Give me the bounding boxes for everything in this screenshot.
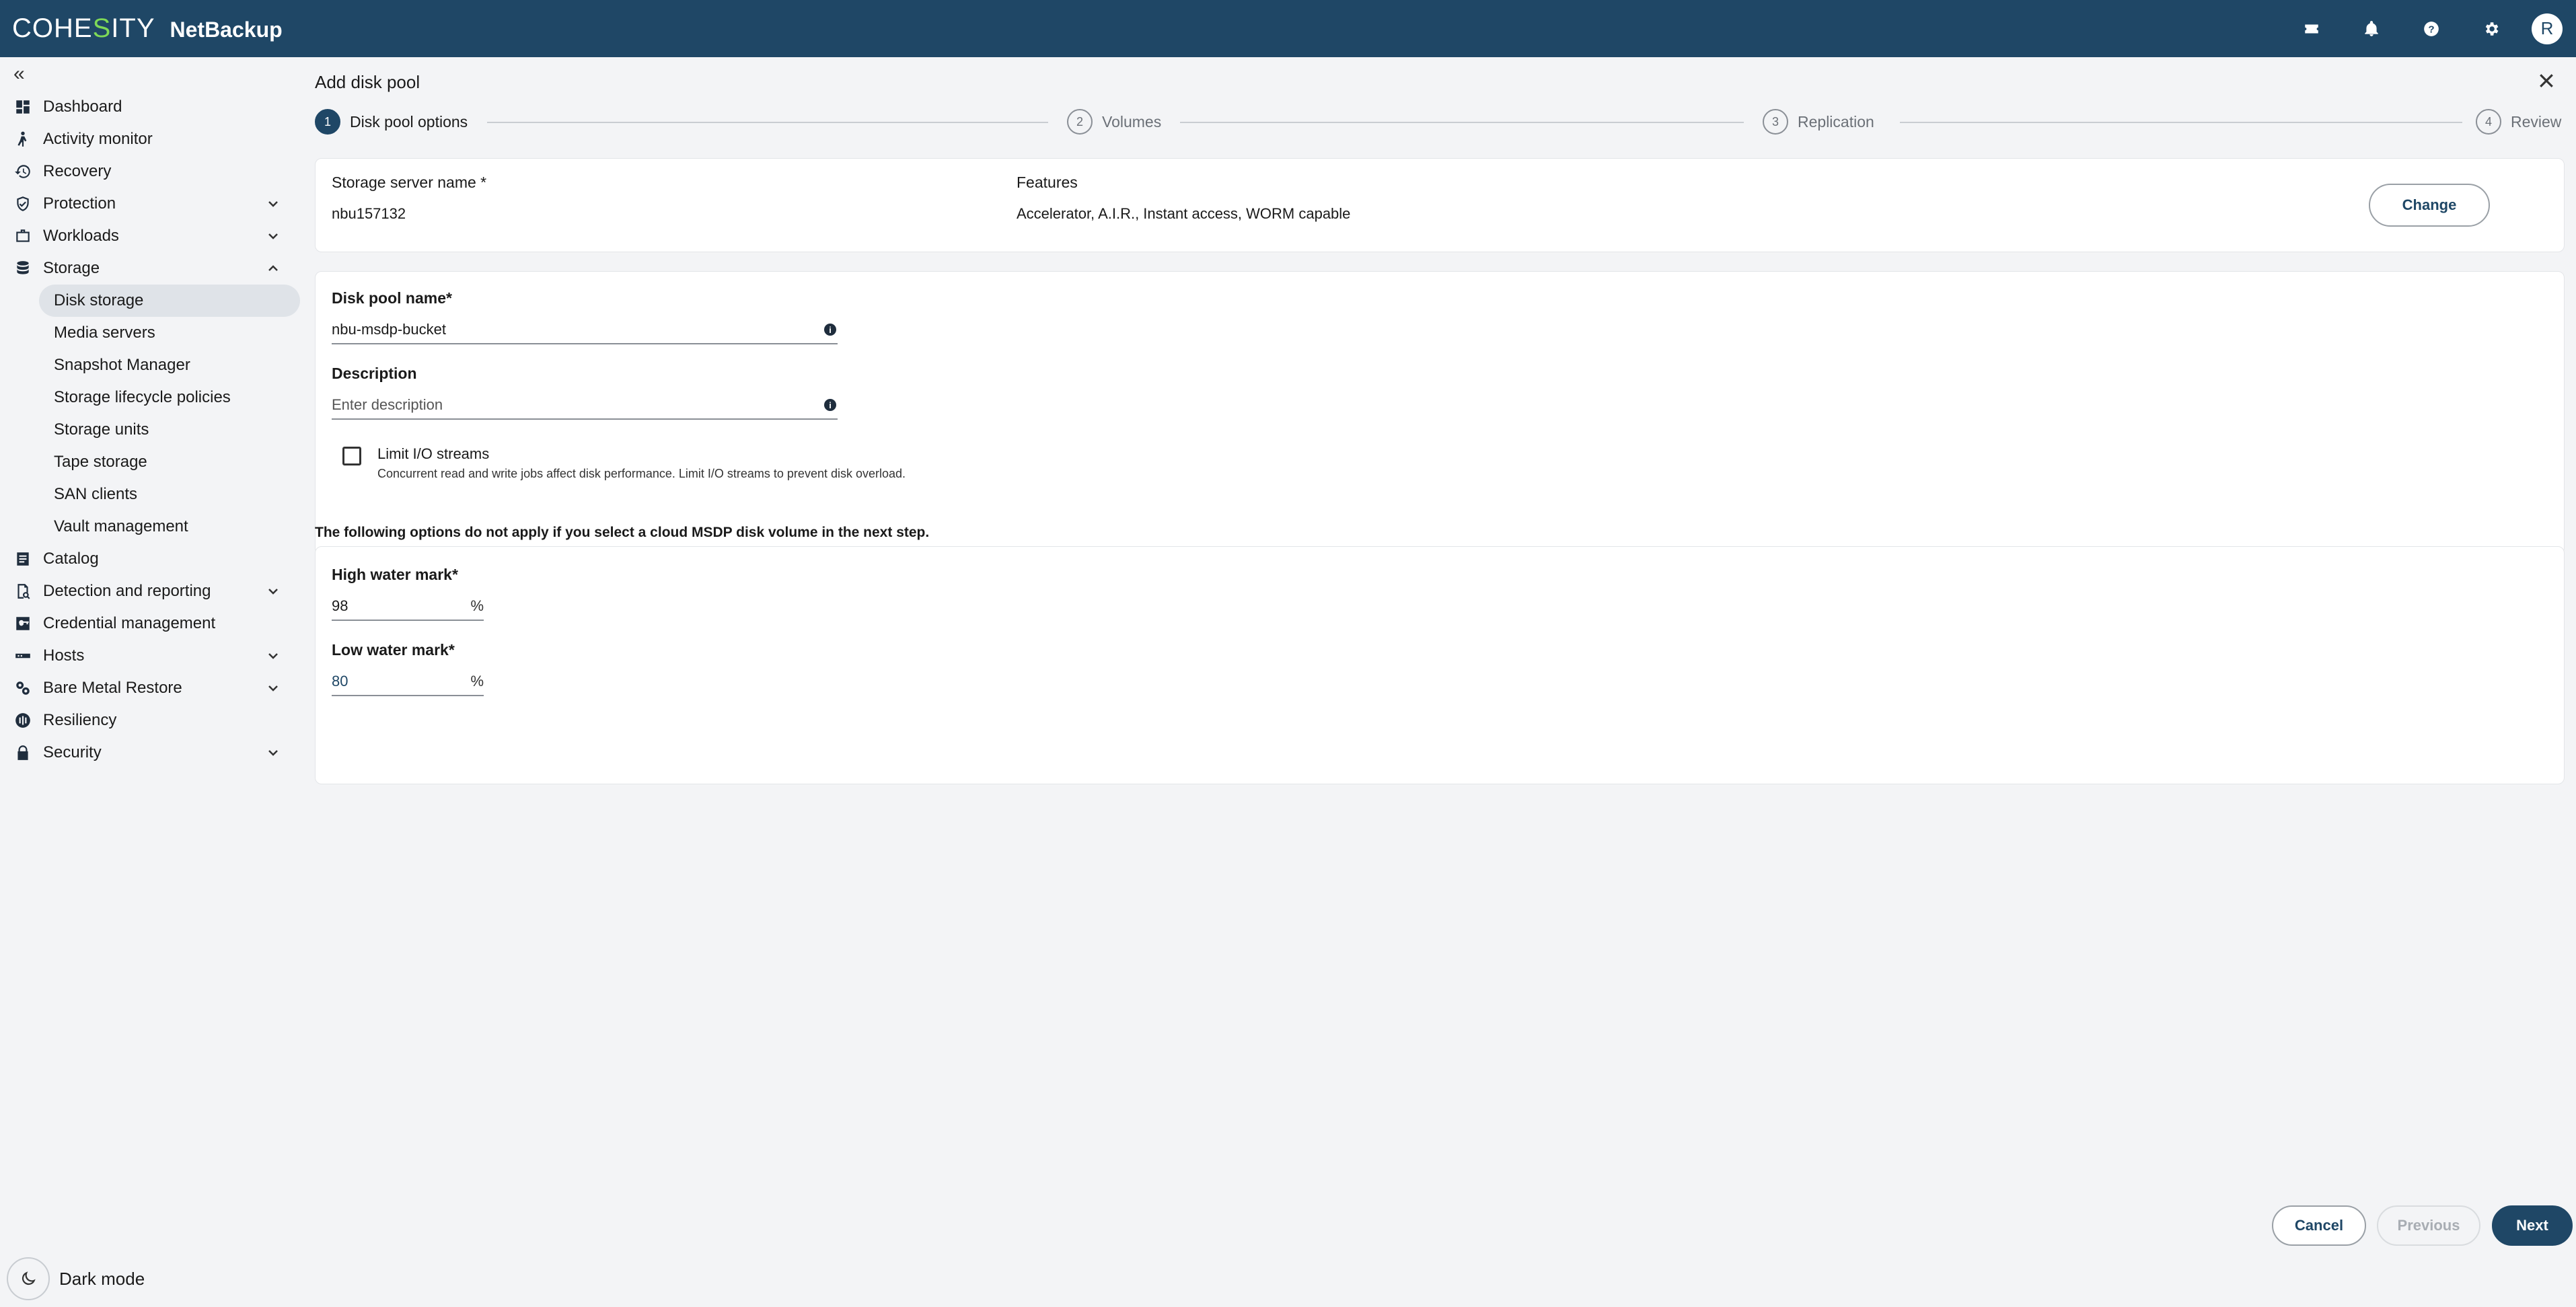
step-review[interactable]: 4 Review: [2476, 108, 2561, 136]
page-title: Add disk pool: [315, 72, 420, 92]
settings-gear-icon[interactable]: [2471, 9, 2511, 49]
sidebar-subitem-storage-units[interactable]: Storage units: [0, 414, 301, 446]
storage-server-name-value: nbu157132: [332, 205, 406, 222]
disk-pool-details-card: Disk pool name* nbu-msdp-bucket i Descri…: [315, 271, 2565, 555]
sidebar: « Dashboard Activity monitor Recovery Pr…: [0, 57, 301, 1307]
step-replication[interactable]: 3 Replication: [1763, 108, 1874, 136]
sidebar-subitem-storage-lifecycle-policies[interactable]: Storage lifecycle policies: [0, 381, 301, 414]
sidebar-item-catalog[interactable]: Catalog: [0, 543, 301, 575]
chevron-up-icon: [265, 260, 281, 276]
user-avatar[interactable]: R: [2532, 13, 2563, 44]
high-water-mark-input[interactable]: 98 %: [332, 593, 484, 621]
product-name: NetBackup: [170, 17, 283, 42]
recovery-icon: [13, 162, 32, 181]
cloud-msdp-notice: The following options do not apply if yo…: [315, 525, 930, 540]
description-label: Description: [332, 365, 417, 382]
dashboard-icon: [13, 98, 32, 116]
resiliency-icon: [13, 711, 32, 730]
moon-icon: [7, 1257, 50, 1300]
catalog-icon: [13, 550, 32, 568]
chevron-down-icon: [265, 680, 281, 696]
info-icon[interactable]: i: [824, 399, 836, 411]
sidebar-item-protection[interactable]: Protection: [0, 188, 301, 220]
features-value: Accelerator, A.I.R., Instant access, WOR…: [1017, 205, 1351, 222]
limit-io-streams-checkbox[interactable]: [342, 447, 361, 465]
step-connector: [1180, 122, 1744, 123]
percent-unit: %: [470, 597, 484, 614]
percent-unit: %: [470, 673, 484, 689]
bare-metal-gears-icon: [13, 679, 32, 698]
info-icon[interactable]: i: [824, 324, 836, 336]
announcement-icon[interactable]: [2291, 9, 2332, 49]
main-content: Add disk pool 1 Disk pool options 2 Volu…: [315, 57, 2565, 1307]
help-icon[interactable]: ?: [2411, 9, 2452, 49]
disk-pool-name-input[interactable]: nbu-msdp-bucket i: [332, 316, 838, 344]
chevron-down-icon: [265, 745, 281, 761]
lock-icon: [13, 743, 32, 762]
chevron-down-icon: [265, 648, 281, 664]
previous-button[interactable]: Previous: [2377, 1205, 2480, 1246]
sidebar-subitem-san-clients[interactable]: SAN clients: [0, 478, 301, 511]
svg-text:?: ?: [2428, 24, 2434, 35]
sidebar-item-bare-metal-restore[interactable]: Bare Metal Restore: [0, 672, 301, 704]
low-water-mark-label: Low water mark*: [332, 641, 455, 659]
step-connector: [1900, 122, 2462, 123]
disk-pool-name-label: Disk pool name*: [332, 289, 452, 307]
collapse-sidebar-icon[interactable]: «: [13, 64, 34, 85]
top-bar: COHESITY NetBackup ? R: [0, 0, 2576, 57]
workloads-briefcase-icon: [13, 227, 32, 246]
brand: COHESITY NetBackup: [12, 13, 283, 44]
limit-io-streams-description: Concurrent read and write jobs affect di…: [377, 467, 906, 480]
hosts-server-icon: [13, 646, 32, 665]
sidebar-item-credential-management[interactable]: Credential management: [0, 607, 301, 640]
limit-io-streams-label: Limit I/O streams: [377, 445, 490, 462]
sidebar-item-detection-and-reporting[interactable]: Detection and reporting: [0, 575, 301, 607]
cohesity-logo: COHESITY: [12, 13, 155, 43]
activity-monitor-icon: [13, 130, 32, 149]
high-water-mark-label: High water mark*: [332, 566, 458, 583]
dark-mode-label: Dark mode: [59, 1268, 145, 1289]
sidebar-item-activity-monitor[interactable]: Activity monitor: [0, 123, 301, 155]
storage-server-card: Storage server name * nbu157132 Features…: [315, 158, 2565, 252]
features-label: Features: [1017, 174, 1078, 191]
close-icon[interactable]: [2536, 71, 2563, 98]
sidebar-subitem-tape-storage[interactable]: Tape storage: [0, 446, 301, 478]
sidebar-item-hosts[interactable]: Hosts: [0, 640, 301, 672]
step-volumes[interactable]: 2 Volumes: [1067, 108, 1161, 136]
sidebar-item-storage[interactable]: Storage: [0, 252, 301, 285]
low-water-mark-input[interactable]: 80 %: [332, 668, 484, 696]
detection-report-icon: [13, 582, 32, 601]
credential-key-icon: [13, 614, 32, 633]
sidebar-item-security[interactable]: Security: [0, 737, 301, 769]
storage-server-name-label: Storage server name *: [332, 174, 487, 191]
wizard-stepper: 1 Disk pool options 2 Volumes 3 Replicat…: [315, 108, 2562, 136]
notification-bell-icon[interactable]: [2351, 9, 2392, 49]
chevron-down-icon: [265, 228, 281, 244]
chevron-down-icon: [265, 583, 281, 599]
shield-icon: [13, 194, 32, 213]
sidebar-subitem-vault-management[interactable]: Vault management: [0, 511, 301, 543]
sidebar-item-dashboard[interactable]: Dashboard: [0, 91, 301, 123]
description-input[interactable]: Enter description i: [332, 391, 838, 420]
step-connector: [487, 122, 1048, 123]
top-actions: ? R: [2272, 0, 2563, 57]
dark-mode-toggle[interactable]: Dark mode: [7, 1257, 145, 1300]
step-disk-pool-options[interactable]: 1 Disk pool options: [315, 108, 468, 136]
next-button[interactable]: Next: [2492, 1205, 2573, 1246]
storage-database-icon: [13, 259, 32, 278]
sidebar-subitem-snapshot-manager[interactable]: Snapshot Manager: [0, 349, 301, 381]
sidebar-nav: Dashboard Activity monitor Recovery Prot…: [0, 91, 301, 769]
chevron-down-icon: [265, 196, 281, 212]
change-button[interactable]: Change: [2369, 184, 2490, 227]
sidebar-subitem-disk-storage[interactable]: Disk storage: [39, 285, 300, 317]
sidebar-item-workloads[interactable]: Workloads: [0, 220, 301, 252]
cancel-button[interactable]: Cancel: [2272, 1205, 2366, 1246]
sidebar-subitem-media-servers[interactable]: Media servers: [0, 317, 301, 349]
sidebar-item-resiliency[interactable]: Resiliency: [0, 704, 301, 737]
water-mark-card: High water mark* 98 % Low water mark* 80…: [315, 546, 2565, 784]
limit-io-streams-row: Limit I/O streams Concurrent read and wr…: [342, 445, 906, 481]
sidebar-item-recovery[interactable]: Recovery: [0, 155, 301, 188]
